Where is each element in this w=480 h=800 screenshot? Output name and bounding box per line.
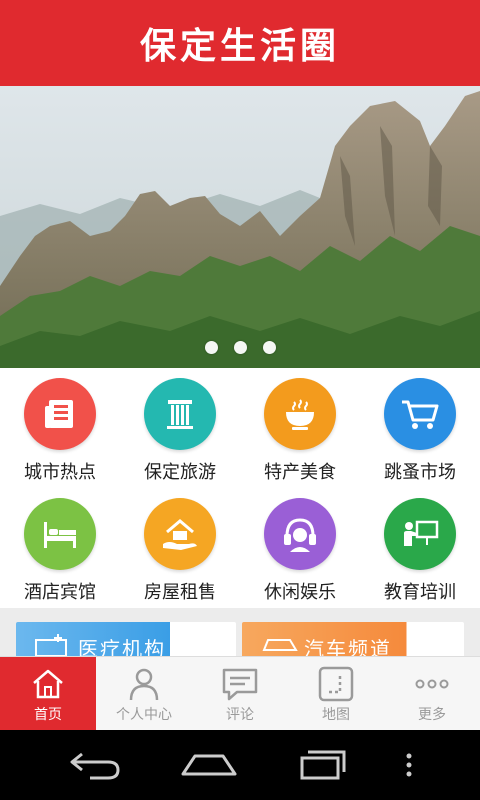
- carousel-indicator: [0, 341, 480, 354]
- back-icon: [70, 752, 120, 780]
- tab-label: 地图: [322, 706, 350, 723]
- more-icon: [414, 664, 450, 704]
- category-label: 酒店宾馆: [24, 582, 96, 603]
- card-auto[interactable]: 汽车频道: [242, 622, 464, 658]
- category-label: 休闲娱乐: [264, 582, 336, 603]
- tab-comments[interactable]: 评论: [192, 657, 288, 730]
- tab-label: 评论: [226, 706, 254, 723]
- category-label: 保定旅游: [144, 462, 216, 483]
- bowl-icon: [264, 378, 336, 450]
- tab-label: 更多: [418, 706, 446, 723]
- carousel-dot[interactable]: [262, 341, 276, 354]
- ambulance-icon: [35, 634, 67, 657]
- category-tourism[interactable]: 保定旅游: [120, 368, 240, 488]
- tab-more[interactable]: 更多: [384, 657, 480, 730]
- newspaper-icon: [24, 378, 96, 450]
- comment-icon: [221, 664, 259, 704]
- pillar-icon: [144, 378, 216, 450]
- car-icon: [262, 639, 298, 651]
- overflow-icon: [406, 753, 412, 777]
- category-label: 城市热点: [24, 462, 96, 483]
- card-medical[interactable]: 医疗机构: [16, 622, 236, 658]
- app: 保定生活圈 城市热点 保定旅游 特产美食 跳蚤市场 酒店宾馆 房屋租售 休闲娱乐…: [0, 0, 480, 800]
- home-nav-icon: [181, 754, 237, 776]
- person-icon: [126, 664, 162, 704]
- banner-carousel[interactable]: [0, 86, 480, 368]
- home-button[interactable]: [174, 740, 244, 790]
- bed-icon: [24, 498, 96, 570]
- overflow-menu-button[interactable]: [399, 740, 419, 790]
- cart-icon: [384, 378, 456, 450]
- tab-map[interactable]: 地图: [288, 657, 384, 730]
- category-grid: 城市热点 保定旅游 特产美食 跳蚤市场 酒店宾馆 房屋租售 休闲娱乐 教育培训: [0, 368, 480, 608]
- feature-cards: 医疗机构 汽车频道: [0, 608, 480, 658]
- recents-button[interactable]: [286, 740, 356, 790]
- carousel-dot[interactable]: [204, 341, 218, 354]
- category-food[interactable]: 特产美食: [240, 368, 360, 488]
- headphones-icon: [264, 498, 336, 570]
- category-hotel[interactable]: 酒店宾馆: [0, 488, 120, 608]
- category-label: 跳蚤市场: [384, 462, 456, 483]
- category-housing[interactable]: 房屋租售: [120, 488, 240, 608]
- tab-label: 首页: [34, 706, 62, 723]
- teacher-icon: [384, 498, 456, 570]
- category-education[interactable]: 教育培训: [360, 488, 480, 608]
- carousel-dot[interactable]: [233, 341, 247, 354]
- category-label: 特产美食: [264, 462, 336, 483]
- system-nav-bar: [0, 730, 480, 800]
- bottom-tab-bar: 首页 个人中心 评论 地图 更多: [0, 656, 480, 730]
- tab-home[interactable]: 首页: [0, 657, 96, 730]
- category-leisure[interactable]: 休闲娱乐: [240, 488, 360, 608]
- home-icon: [30, 664, 66, 704]
- category-city-hotspot[interactable]: 城市热点: [0, 368, 120, 488]
- banner-image: [0, 86, 480, 368]
- tab-label: 个人中心: [116, 706, 172, 723]
- map-icon: [318, 664, 354, 704]
- tab-profile[interactable]: 个人中心: [96, 657, 192, 730]
- house-hand-icon: [144, 498, 216, 570]
- category-label: 教育培训: [384, 582, 456, 603]
- page-title: 保定生活圈: [139, 26, 340, 67]
- category-flea-market[interactable]: 跳蚤市场: [360, 368, 480, 488]
- back-button[interactable]: [61, 740, 131, 790]
- header-bar: 保定生活圈: [0, 0, 480, 86]
- category-label: 房屋租售: [144, 582, 216, 603]
- recents-icon: [300, 750, 346, 780]
